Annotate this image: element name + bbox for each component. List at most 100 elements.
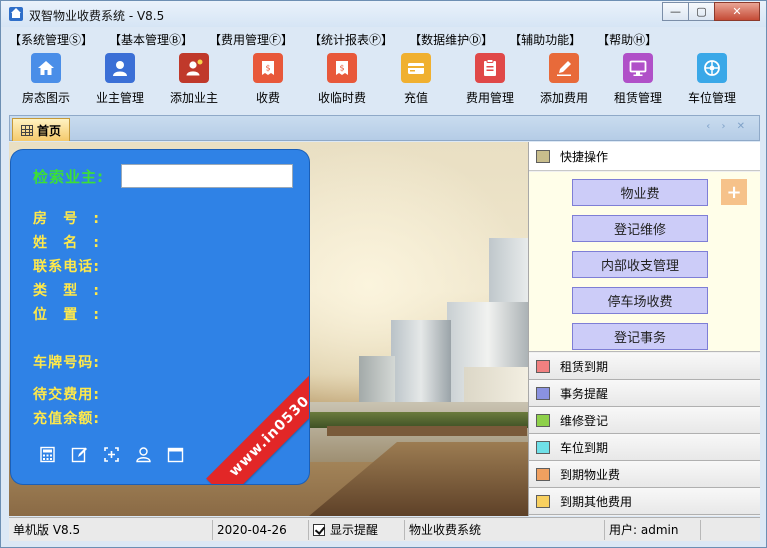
field-due-text: 待交费用: [33, 387, 99, 403]
tab-strip: 首页 ‹ › ✕ [9, 115, 760, 141]
quick-actions-title: 快捷操作 [560, 149, 609, 164]
field-phone-text: 联系电话: [33, 259, 99, 275]
window-title: 双智物业收费系统 - V8.5 [29, 9, 165, 23]
section-swatch [536, 440, 550, 454]
section-label: 维修登记 [560, 413, 609, 428]
tool-top-up[interactable]: 充值 [379, 53, 453, 109]
home-icon [31, 53, 61, 83]
maximize-button[interactable]: ▢ [688, 2, 715, 21]
minimize-button[interactable]: — [662, 2, 689, 21]
tool-add-owner[interactable]: 添加业主 [157, 53, 231, 109]
notepad-edit-icon[interactable] [71, 444, 103, 464]
field-name-label: 姓名: [33, 232, 99, 252]
menu-tools[interactable]: 【辅助功能】 [509, 31, 581, 49]
monitor-icon [623, 53, 653, 83]
section-label: 到期其他费用 [560, 494, 633, 509]
quick-actions-body: 物业费 + 登记维修 内部收支管理 停车场收费 登记事务 [529, 172, 760, 352]
field-room-text: 房号: [33, 211, 99, 227]
home-content: 检索业主: 房号: 姓名: 联系电话: 类型: 位置: 车牌号码: 待交费用: … [9, 142, 760, 516]
window-controls: — ▢ ✕ [662, 2, 760, 21]
temp-fee-icon: $ [327, 53, 357, 83]
field-location-text: 位置: [33, 307, 99, 323]
title-bar: 双智物业收费系统 - V8.5 — ▢ ✕ [1, 1, 766, 27]
bill-icon [475, 53, 505, 83]
menu-fees[interactable]: 【费用管理Ⓕ】 [209, 31, 293, 49]
menu-reports[interactable]: 【统计报表Ⓟ】 [309, 31, 393, 49]
field-type-text: 类型: [33, 283, 99, 299]
background-building [489, 238, 529, 308]
menu-help[interactable]: 【帮助Ⓗ】 [597, 31, 657, 49]
section-repair-register[interactable]: 维修登记 [529, 407, 760, 434]
register-affair-button[interactable]: 登记事务 [572, 323, 708, 350]
calculator-icon[interactable] [39, 444, 71, 464]
internal-finance-button[interactable]: 内部收支管理 [572, 251, 708, 278]
tool-lease-management[interactable]: 租赁管理 [601, 53, 675, 109]
menu-data[interactable]: 【数据维护Ⓓ】 [409, 31, 493, 49]
section-affair-reminder[interactable]: 事务提醒 [529, 380, 760, 407]
tool-temporary-charge[interactable]: $ 收临时费 [305, 53, 379, 109]
section-property-fee-expiry[interactable]: 到期物业费 [529, 461, 760, 488]
tool-label: 充值 [403, 91, 428, 105]
tab-label: 首页 [37, 123, 62, 138]
menu-system[interactable]: 【系统管理Ⓢ】 [9, 31, 93, 49]
close-button[interactable]: ✕ [714, 2, 760, 21]
tool-label: 添加费用 [539, 91, 588, 105]
section-swatch [536, 359, 550, 373]
tool-add-fee[interactable]: 添加费用 [527, 53, 601, 109]
section-swatch [536, 386, 550, 400]
field-room-label: 房号: [33, 208, 99, 228]
status-edition: 单机版 V8.5 [9, 519, 213, 540]
property-fee-button[interactable]: 物业费 [572, 179, 708, 206]
checkbox-checked-icon[interactable] [313, 523, 325, 536]
tab-scroll-arrows[interactable]: ‹ › ✕ [706, 121, 749, 132]
toolbar: 房态图示 业主管理 添加业主 $ 收费 $ 收临时费 充值 费用管理 添加费用 … [9, 53, 749, 109]
grid-icon [21, 124, 33, 136]
person-icon[interactable] [135, 444, 167, 464]
tool-owner-management[interactable]: 业主管理 [83, 53, 157, 109]
section-parking-expiry[interactable]: 车位到期 [529, 434, 760, 461]
owner-search-input[interactable] [121, 164, 293, 188]
field-type-label: 类型: [33, 280, 99, 300]
status-user: 用户: admin [605, 519, 701, 540]
section-label: 到期物业费 [560, 467, 621, 482]
section-swatch [536, 413, 550, 427]
field-plate-text: 车牌号码: [33, 355, 99, 371]
status-system-name: 物业收费系统 [405, 519, 605, 540]
fee-icon: $ [253, 53, 283, 83]
section-label: 车位到期 [560, 440, 609, 455]
register-repair-button[interactable]: 登记维修 [572, 215, 708, 242]
status-bar: 单机版 V8.5 2020-04-26 显示提醒 物业收费系统 用户: admi… [9, 517, 760, 541]
tab-home[interactable]: 首页 [12, 118, 71, 141]
field-due-label: 待交费用: [33, 384, 99, 404]
background-pier [327, 426, 527, 436]
tool-label: 添加业主 [169, 91, 218, 105]
field-name-text: 姓名: [33, 235, 99, 251]
parking-fee-button[interactable]: 停车场收费 [572, 287, 708, 314]
screenshot-icon[interactable] [103, 444, 135, 464]
field-plate-label: 车牌号码: [33, 352, 99, 372]
add-quick-action-button[interactable]: + [721, 179, 747, 205]
tool-fee-management[interactable]: 费用管理 [453, 53, 527, 109]
section-lease-expiry[interactable]: 租赁到期 [529, 353, 760, 380]
tool-label: 房态图示 [21, 91, 70, 105]
tool-room-status[interactable]: 房态图示 [9, 53, 83, 109]
parking-icon [697, 53, 727, 83]
field-balance-text: 充值余额: [33, 411, 99, 427]
quick-actions-header[interactable]: 快捷操作 [529, 142, 760, 171]
calendar-icon[interactable] [167, 444, 199, 464]
reminder-label: 显示提醒 [330, 523, 379, 537]
svg-text:$: $ [339, 64, 344, 73]
owner-search-panel: 检索业主: 房号: 姓名: 联系电话: 类型: 位置: 车牌号码: 待交费用: … [11, 150, 309, 484]
add-user-icon [179, 53, 209, 83]
menu-basic[interactable]: 【基本管理Ⓑ】 [109, 31, 193, 49]
quick-actions-swatch [536, 149, 550, 163]
section-other-fee-expiry[interactable]: 到期其他费用 [529, 488, 760, 515]
panel-icon-row [39, 444, 199, 464]
show-reminder-checkbox[interactable]: 显示提醒 [309, 519, 405, 540]
main-window: 双智物业收费系统 - V8.5 — ▢ ✕ 【系统管理Ⓢ】 【基本管理Ⓑ】 【费… [0, 0, 767, 548]
tool-parking-management[interactable]: 车位管理 [675, 53, 749, 109]
tool-charge[interactable]: $ 收费 [231, 53, 305, 109]
tool-label: 租赁管理 [613, 91, 662, 105]
section-label: 事务提醒 [560, 386, 609, 401]
field-balance-label: 充值余额: [33, 408, 99, 428]
